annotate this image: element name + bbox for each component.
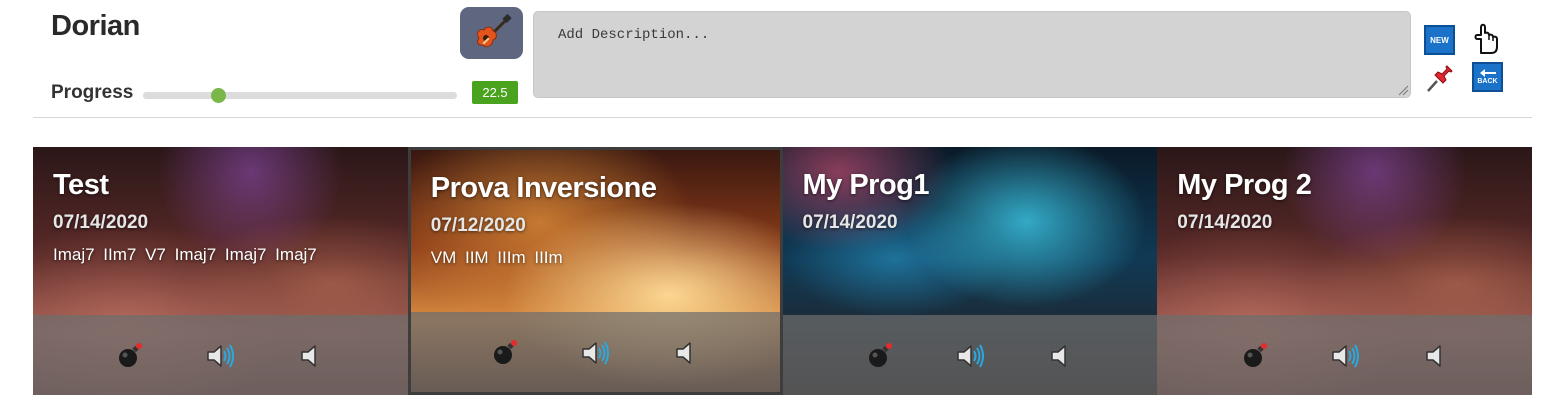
mute-button[interactable] bbox=[1419, 340, 1451, 372]
card-actions bbox=[410, 312, 780, 392]
speaker-mute-icon bbox=[676, 342, 691, 364]
back-label: BACK bbox=[1477, 78, 1498, 85]
card-actions bbox=[782, 315, 1158, 395]
pointing-hand-icon bbox=[1474, 23, 1498, 54]
back-button[interactable]: BACK bbox=[1472, 62, 1503, 92]
delete-button[interactable] bbox=[1239, 340, 1271, 372]
delete-button[interactable] bbox=[489, 337, 521, 369]
guitar-icon bbox=[476, 13, 512, 48]
play-button[interactable] bbox=[579, 337, 611, 369]
new-button[interactable]: NEW bbox=[1424, 25, 1455, 55]
card-chords: VM IIM IIIm IIIm bbox=[430, 248, 563, 267]
pushpin-icon bbox=[1427, 65, 1453, 92]
delete-button[interactable] bbox=[114, 340, 146, 372]
speaker-loud-icon bbox=[957, 344, 984, 368]
progression-card[interactable]: Test 07/14/2020 Imaj7 IIm7 V7 Imaj7 Imaj… bbox=[33, 147, 408, 395]
back-arrow-icon bbox=[1479, 69, 1496, 77]
progression-card[interactable]: My Prog1 07/14/2020 bbox=[782, 147, 1158, 395]
guitar-button[interactable] bbox=[460, 7, 523, 59]
progression-card[interactable]: Prova Inversione 07/12/2020 VM IIM IIIm … bbox=[407, 147, 783, 395]
progress-value-badge: 22.5 bbox=[472, 81, 518, 104]
card-text: Test 07/14/2020 Imaj7 IIm7 V7 Imaj7 Imaj… bbox=[53, 169, 396, 265]
progress-slider[interactable] bbox=[143, 88, 457, 103]
resize-grip-icon[interactable] bbox=[1398, 85, 1409, 96]
card-actions bbox=[33, 315, 408, 395]
progression-card[interactable]: My Prog 2 07/14/2020 bbox=[1157, 147, 1532, 395]
description-input[interactable] bbox=[533, 11, 1411, 98]
card-date: 07/14/2020 bbox=[53, 212, 149, 233]
card-date: 07/12/2020 bbox=[430, 215, 526, 236]
bomb-icon bbox=[1243, 343, 1267, 367]
new-label: NEW bbox=[1430, 35, 1449, 45]
progress-label: Progress bbox=[51, 82, 134, 103]
mute-button[interactable] bbox=[669, 337, 701, 369]
pin-button[interactable] bbox=[1424, 62, 1456, 94]
speaker-loud-icon bbox=[207, 344, 235, 368]
bomb-icon bbox=[119, 343, 143, 367]
card-actions bbox=[1157, 315, 1532, 395]
card-title: My Prog1 bbox=[802, 169, 930, 201]
play-button[interactable] bbox=[1329, 340, 1361, 372]
mute-button[interactable] bbox=[1044, 340, 1076, 372]
pointing-hand-button[interactable] bbox=[1470, 23, 1502, 55]
card-text: Prova Inversione 07/12/2020 VM IIM IIIm … bbox=[431, 172, 768, 268]
card-chords: Imaj7 IIm7 V7 Imaj7 Imaj7 Imaj7 bbox=[53, 245, 317, 264]
delete-button[interactable] bbox=[864, 340, 896, 372]
speaker-loud-icon bbox=[582, 341, 610, 365]
card-title: Test bbox=[53, 169, 109, 201]
bomb-icon bbox=[494, 340, 518, 364]
play-button[interactable] bbox=[954, 340, 986, 372]
header-divider bbox=[33, 117, 1532, 118]
progression-cards: Test 07/14/2020 Imaj7 IIm7 V7 Imaj7 Imaj… bbox=[33, 147, 1532, 395]
card-date: 07/14/2020 bbox=[1177, 212, 1273, 233]
speaker-loud-icon bbox=[1331, 344, 1359, 368]
card-text: My Prog1 07/14/2020 bbox=[803, 169, 1146, 245]
speaker-mute-icon bbox=[1051, 345, 1066, 367]
card-title: My Prog 2 bbox=[1177, 169, 1312, 201]
card-text: My Prog 2 07/14/2020 bbox=[1177, 169, 1520, 245]
speaker-mute-icon bbox=[301, 345, 317, 367]
page-title: Dorian bbox=[51, 10, 140, 42]
mute-button[interactable] bbox=[294, 340, 326, 372]
bomb-icon bbox=[868, 343, 892, 367]
progress-slider-fill bbox=[143, 92, 219, 99]
card-title: Prova Inversione bbox=[430, 172, 657, 204]
progress-slider-thumb[interactable] bbox=[211, 88, 227, 103]
speaker-mute-icon bbox=[1425, 345, 1441, 367]
card-date: 07/14/2020 bbox=[802, 212, 898, 233]
play-button[interactable] bbox=[204, 340, 236, 372]
